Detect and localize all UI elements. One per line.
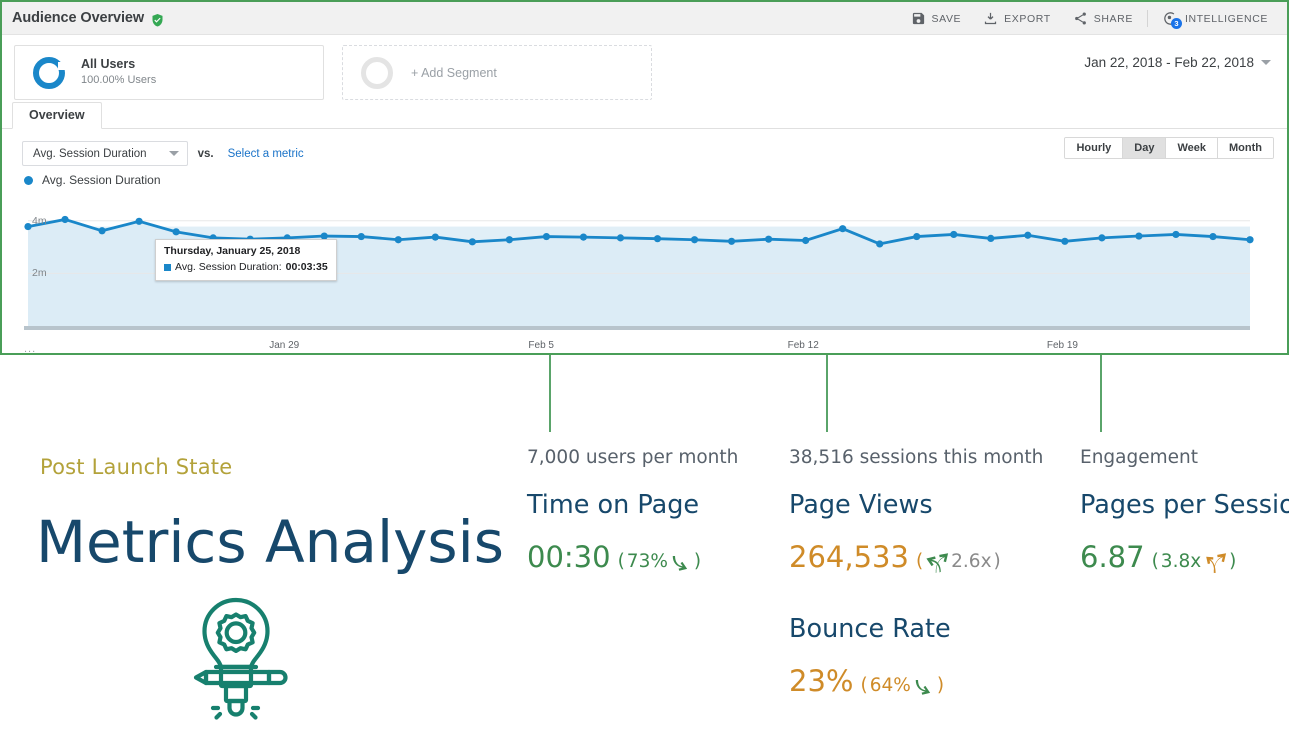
down-curve-arrow-icon [670,551,692,573]
toolbar-divider [1147,10,1148,27]
tooltip-metric-row: Avg. Session Duration: 00:03:35 [164,260,328,274]
export-button[interactable]: EXPORT [972,2,1062,35]
granularity-hourly[interactable]: Hourly [1065,138,1123,158]
header-actions: SAVE EXPORT [900,2,1279,35]
legend-color-dot [24,176,33,185]
chart-legend: Avg. Session Duration [2,169,1287,187]
add-segment-label: + Add Segment [411,66,497,80]
granularity-button-group: Hourly Day Week Month [1064,137,1274,159]
column-delta: 2.6x [951,551,991,572]
segment-all-users[interactable]: All Users 100.00% Users [14,45,324,100]
up-curve-arrow-icon [925,550,949,574]
column-subtext: 38,516 sessions this month [789,447,1043,468]
add-segment-donut-icon [361,57,393,89]
x-axis-tick-label: Feb 5 [528,340,554,351]
column-subtext: 7,000 users per month [527,447,738,468]
date-range-picker[interactable]: Jan 22, 2018 - Feb 22, 2018 [1084,55,1271,70]
intelligence-badge: 3 [1171,18,1182,29]
column-value-row: 00:30 ( 73% ) [527,540,738,574]
tooltip-color-square [164,264,171,271]
verified-shield-icon [150,13,165,28]
intelligence-button[interactable]: 3 INTELLIGENCE [1151,2,1279,35]
paren-close: ) [1229,551,1236,572]
segment-text: All Users 100.00% Users [81,57,156,88]
google-analytics-panel: Audience Overview SAVE [0,0,1289,355]
tab-strip: Overview [2,103,1287,129]
paren-open: ( [1152,551,1159,572]
tooltip-date: Thursday, January 25, 2018 [164,245,328,258]
intelligence-label: INTELLIGENCE [1185,13,1268,25]
section-title: Metrics Analysis [36,508,504,576]
intelligence-icon: 3 [1162,10,1179,27]
y-axis-tick-label: 4m [32,215,47,227]
segment-subtext: 100.00% Users [81,73,156,88]
share-button[interactable]: SHARE [1062,2,1144,35]
page-title: Audience Overview [12,10,144,26]
save-button[interactable]: SAVE [900,2,973,35]
metric-column-pages-per-session: Engagement Pages per Session 6.87 ( 3.8x… [1080,447,1289,574]
segment-donut-icon [33,57,65,89]
tooltip-metric-value: 00:03:35 [286,260,328,274]
date-range-label: Jan 22, 2018 - Feb 22, 2018 [1084,55,1254,70]
paren-open: ( [860,675,867,696]
granularity-week[interactable]: Week [1166,138,1218,158]
bounce-rate-delta: 64% [870,675,911,696]
segment-name: All Users [81,57,156,72]
x-axis-tick-label: Feb 12 [788,340,819,351]
chart-tooltip: Thursday, January 25, 2018 Avg. Session … [155,239,337,281]
column-value: 00:30 [527,540,611,574]
share-icon [1073,11,1088,26]
column-value-row: 6.87 ( 3.8x ) [1080,540,1289,574]
select-a-metric-link[interactable]: Select a metric [228,148,304,160]
section-kicker: Post Launch State [40,455,232,479]
paren-open: ( [916,551,923,572]
column-subtext: Engagement [1080,447,1289,468]
metric-select-dropdown[interactable]: Avg. Session Duration [22,141,188,166]
column-heading-bounce-rate: Bounce Rate [789,614,1043,644]
page-root: Audience Overview SAVE [0,0,1289,745]
down-curve-arrow-icon [913,675,935,697]
paren-close: ) [994,551,1001,572]
segment-row: All Users 100.00% Users + Add Segment Ja… [2,35,1287,97]
column-value: 6.87 [1080,540,1145,574]
column-value: 264,533 [789,540,909,574]
metric-column-time-on-page: 7,000 users per month Time on Page 00:30… [527,447,738,574]
chart-ellipsis: ... [24,343,36,355]
chart-axis-bar [24,326,1250,330]
y-axis-tick-label: 2m [32,267,47,279]
share-label: SHARE [1094,13,1133,25]
lightbulb-gear-pencil-icon [175,592,297,720]
add-segment-button[interactable]: + Add Segment [342,45,652,100]
vs-label: vs. [198,148,214,160]
paren-close: ) [694,551,701,572]
export-icon [983,11,998,26]
metric-select-value: Avg. Session Duration [33,148,147,160]
column-heading: Page Views [789,490,1043,520]
bounce-rate-value: 23% [789,664,853,698]
metric-column-page-views: 38,516 sessions this month Page Views 26… [789,447,1043,698]
metric-controls-row: Avg. Session Duration vs. Select a metri… [2,129,1287,169]
x-axis-tick-label: Feb 19 [1047,340,1078,351]
up-curve-arrow-icon [1203,550,1227,574]
ga-header-bar: Audience Overview SAVE [2,2,1287,35]
column-heading: Time on Page [527,490,738,520]
granularity-month[interactable]: Month [1218,138,1273,158]
legend-label: Avg. Session Duration [42,173,161,187]
paren-close: ) [937,675,944,696]
tab-overview[interactable]: Overview [12,102,102,129]
granularity-day[interactable]: Day [1123,138,1166,158]
bounce-rate-value-row: 23% ( 64% ) [789,664,1043,698]
column-delta: 73% [627,551,668,572]
export-label: EXPORT [1004,13,1051,25]
save-label: SAVE [932,13,962,25]
paren-open: ( [618,551,625,572]
column-delta: 3.8x [1161,551,1201,572]
column-value-row: 264,533 ( 2.6x ) [789,540,1043,574]
x-axis-tick-label: Jan 29 [269,340,299,351]
chevron-down-icon [1261,60,1271,65]
column-heading: Pages per Session [1080,490,1289,520]
save-icon [911,11,926,26]
chevron-down-icon [169,151,179,156]
tooltip-metric-label: Avg. Session Duration: [175,260,282,274]
